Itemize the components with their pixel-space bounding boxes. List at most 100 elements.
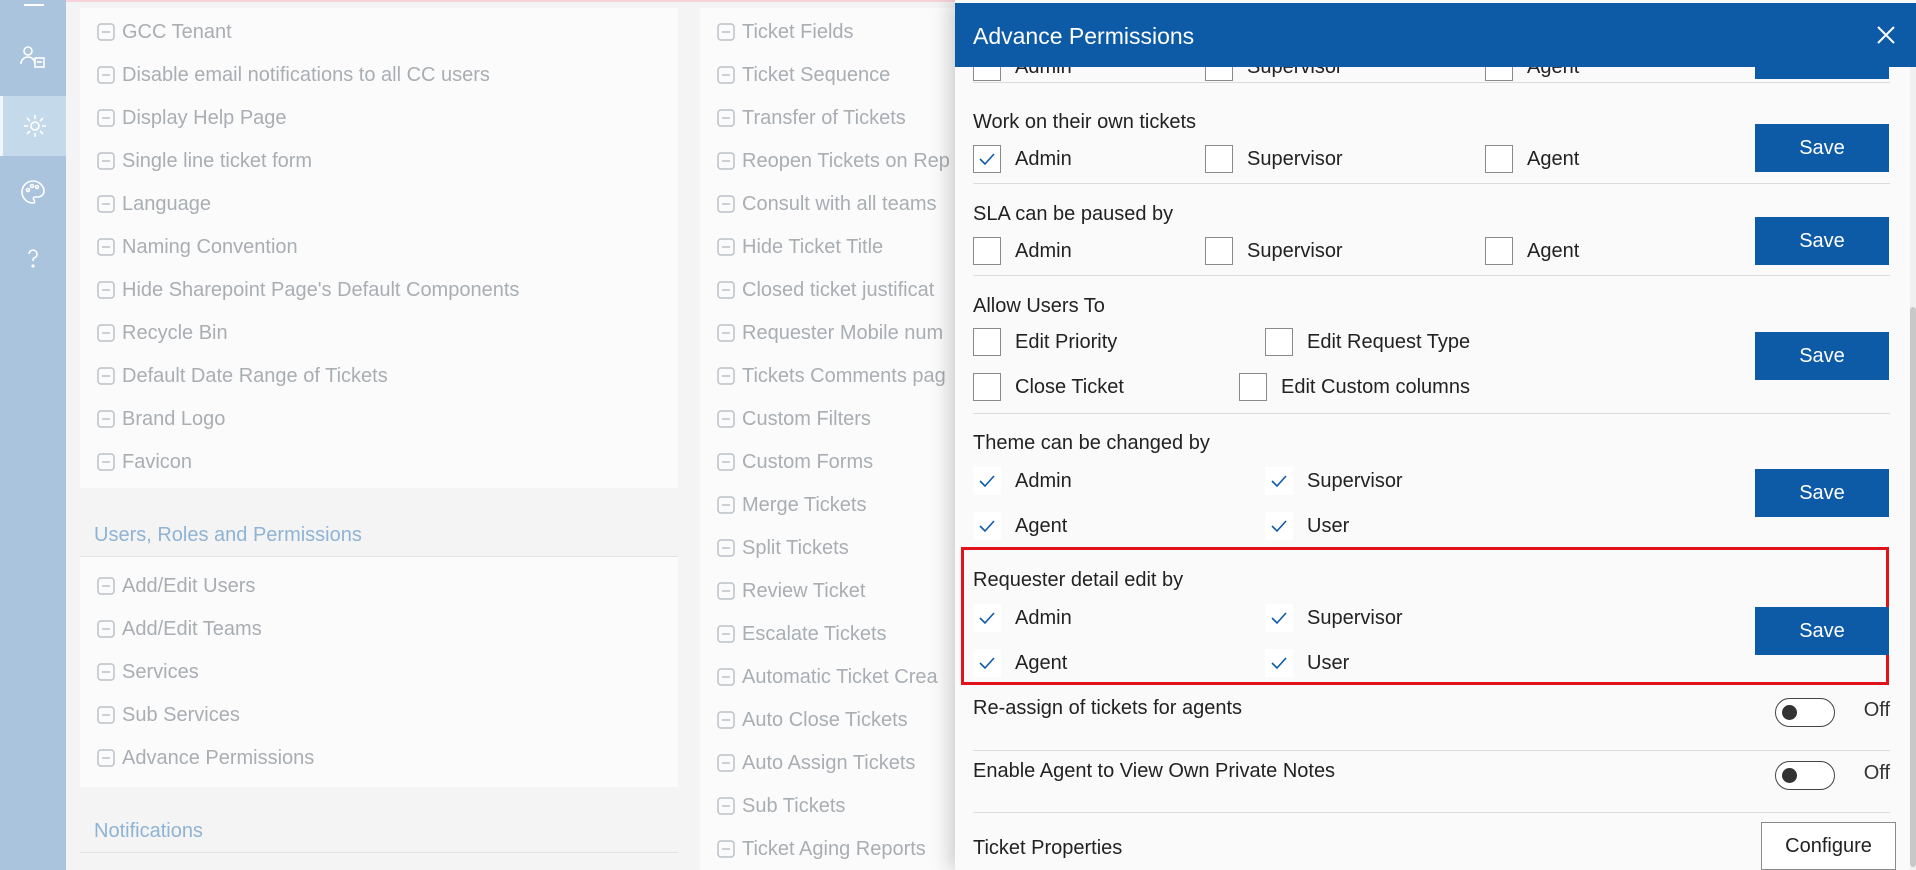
settings-link[interactable]: Merge Tickets: [714, 491, 866, 519]
settings-link[interactable]: Review Ticket: [714, 577, 865, 605]
theme-agent-checkbox[interactable]: Agent: [973, 512, 1067, 540]
settings-link-label: Merge Tickets: [742, 493, 867, 516]
theme-user-checkbox[interactable]: User: [1265, 512, 1349, 540]
settings-link[interactable]: Naming Convention: [94, 233, 298, 261]
allow-users-save-button[interactable]: Save: [1755, 332, 1889, 380]
settings-link[interactable]: Closed ticket justificat: [714, 276, 934, 304]
theme-supervisor-checkbox[interactable]: Supervisor: [1265, 467, 1403, 495]
close-button[interactable]: [1872, 21, 1900, 49]
settings-link[interactable]: Language: [94, 190, 211, 218]
edit-custom-columns-checkbox[interactable]: Edit Custom columns: [1239, 373, 1470, 401]
favicon-icon: [94, 450, 118, 474]
settings-link[interactable]: Sub Services: [94, 701, 240, 729]
settings-link[interactable]: Escalate Tickets: [714, 620, 887, 648]
rail-users-button[interactable]: [0, 28, 66, 88]
settings-link[interactable]: Sub Tickets: [714, 792, 845, 820]
top-supervisor-checkbox[interactable]: Supervisor: [1205, 67, 1343, 81]
notifications-section-title: Notifications: [94, 820, 203, 842]
row-divider: [973, 812, 1890, 813]
sla-agent-checkbox[interactable]: Agent: [1485, 237, 1579, 265]
top-save-button[interactable]: Save: [1755, 67, 1889, 79]
check-icon: [1271, 612, 1287, 625]
own-tickets-save-button[interactable]: Save: [1755, 124, 1889, 172]
settings-link-label: GCC Tenant: [122, 20, 232, 43]
settings-link[interactable]: Reopen Tickets on Rep: [714, 147, 950, 175]
settings-link[interactable]: Single line ticket form: [94, 147, 312, 175]
settings-link[interactable]: Tickets Comments pag: [714, 362, 946, 390]
check-icon: [979, 475, 995, 488]
settings-link[interactable]: Auto Close Tickets: [714, 706, 908, 734]
settings-link[interactable]: Brand Logo: [94, 405, 225, 433]
theme-save-button[interactable]: Save: [1755, 469, 1889, 517]
panel-scrollbar[interactable]: [1910, 67, 1916, 870]
edit-priority-checkbox[interactable]: Edit Priority: [973, 328, 1117, 356]
settings-link[interactable]: Ticket Sequence: [714, 61, 890, 89]
settings-link-label: Ticket Fields: [742, 20, 854, 43]
top-admin-checkbox[interactable]: Admin: [973, 67, 1072, 81]
settings-link[interactable]: Transfer of Tickets: [714, 104, 906, 132]
requester-save-button[interactable]: Save: [1755, 607, 1889, 655]
settings-link-label: Closed ticket justificat: [742, 278, 935, 301]
sla-supervisor-checkbox[interactable]: Supervisor: [1205, 237, 1343, 265]
own-tickets-admin-checkbox[interactable]: Admin: [973, 145, 1072, 173]
rail-settings-button[interactable]: [0, 96, 66, 156]
settings-link[interactable]: GCC Tenant: [94, 18, 232, 46]
permissions-list[interactable]: Admin Supervisor Agent Save Work on thei…: [955, 67, 1916, 870]
top-agent-checkbox[interactable]: Agent: [1485, 67, 1579, 81]
close-ticket-checkbox[interactable]: Close Ticket: [973, 373, 1124, 401]
badge-icon: [94, 407, 118, 431]
theme-admin-checkbox[interactable]: Admin: [973, 467, 1072, 495]
settings-link[interactable]: Hide Sharepoint Page's Default Component…: [94, 276, 519, 304]
settings-link-label: Naming Convention: [122, 235, 298, 258]
toggle-knob: [1782, 768, 1797, 783]
rail-theme-button[interactable]: [0, 162, 66, 222]
settings-link[interactable]: Add/Edit Users: [94, 572, 255, 600]
settings-link[interactable]: Add/Edit Teams: [94, 615, 262, 643]
settings-link[interactable]: Recycle Bin: [94, 319, 228, 347]
layers-icon: [714, 450, 738, 474]
private-notes-toggle[interactable]: [1775, 761, 1835, 790]
settings-link[interactable]: Ticket Fields: [714, 18, 854, 46]
settings-link[interactable]: Favicon: [94, 448, 192, 476]
settings-link-label: Hide Ticket Title: [742, 235, 884, 258]
requester-agent-checkbox[interactable]: Agent: [973, 649, 1067, 677]
sla-admin-checkbox[interactable]: Admin: [973, 237, 1072, 265]
requester-user-checkbox[interactable]: User: [1265, 649, 1349, 677]
settings-link[interactable]: Hide Ticket Title: [714, 233, 883, 261]
settings-link-label: Split Tickets: [742, 536, 849, 559]
settings-link[interactable]: Custom Filters: [714, 405, 871, 433]
rail-top-mark: [24, 0, 44, 6]
requester-admin-checkbox[interactable]: Admin: [973, 604, 1072, 632]
scrollbar-thumb[interactable]: [1910, 307, 1916, 867]
advance-permissions-panel: Advance Permissions Admin Supervisor Age…: [955, 0, 1916, 870]
calendar-clock-icon: [94, 364, 118, 388]
sla-save-button[interactable]: Save: [1755, 217, 1889, 265]
transfer-icon: [714, 106, 738, 130]
reassign-toggle[interactable]: [1775, 698, 1835, 727]
users-settings-card: Add/Edit Users Add/Edit Teams Services Sub …: [80, 557, 678, 787]
settings-link[interactable]: Custom Forms: [714, 448, 873, 476]
settings-link-label: Escalate Tickets: [742, 622, 887, 645]
edit-request-type-checkbox[interactable]: Edit Request Type: [1265, 328, 1470, 356]
settings-link[interactable]: Advance Permissions: [94, 744, 314, 772]
check-icon: [979, 657, 995, 670]
settings-link[interactable]: Default Date Range of Tickets: [94, 362, 388, 390]
settings-link[interactable]: Auto Assign Tickets: [714, 749, 915, 777]
settings-link-label: Advance Permissions: [122, 746, 315, 769]
settings-link-label: Add/Edit Teams: [122, 617, 262, 640]
settings-link[interactable]: Services: [94, 658, 199, 686]
configure-button[interactable]: Configure: [1761, 822, 1896, 870]
settings-link[interactable]: Display Help Page: [94, 104, 287, 132]
requester-supervisor-checkbox[interactable]: Supervisor: [1265, 604, 1403, 632]
key-icon: [94, 746, 118, 770]
settings-link[interactable]: Split Tickets: [714, 534, 849, 562]
settings-link[interactable]: Disable email notifications to all CC us…: [94, 61, 490, 89]
settings-link[interactable]: Consult with all teams: [714, 190, 937, 218]
own-tickets-agent-checkbox[interactable]: Agent: [1485, 145, 1579, 173]
own-tickets-supervisor-checkbox[interactable]: Supervisor: [1205, 145, 1343, 173]
rail-help-button[interactable]: [0, 228, 66, 288]
settings-link[interactable]: Requester Mobile num: [714, 319, 943, 347]
settings-link[interactable]: Automatic Ticket Crea: [714, 663, 938, 691]
settings-link[interactable]: Ticket Aging Reports: [714, 835, 926, 863]
settings-link-label: Ticket Sequence: [742, 63, 891, 86]
